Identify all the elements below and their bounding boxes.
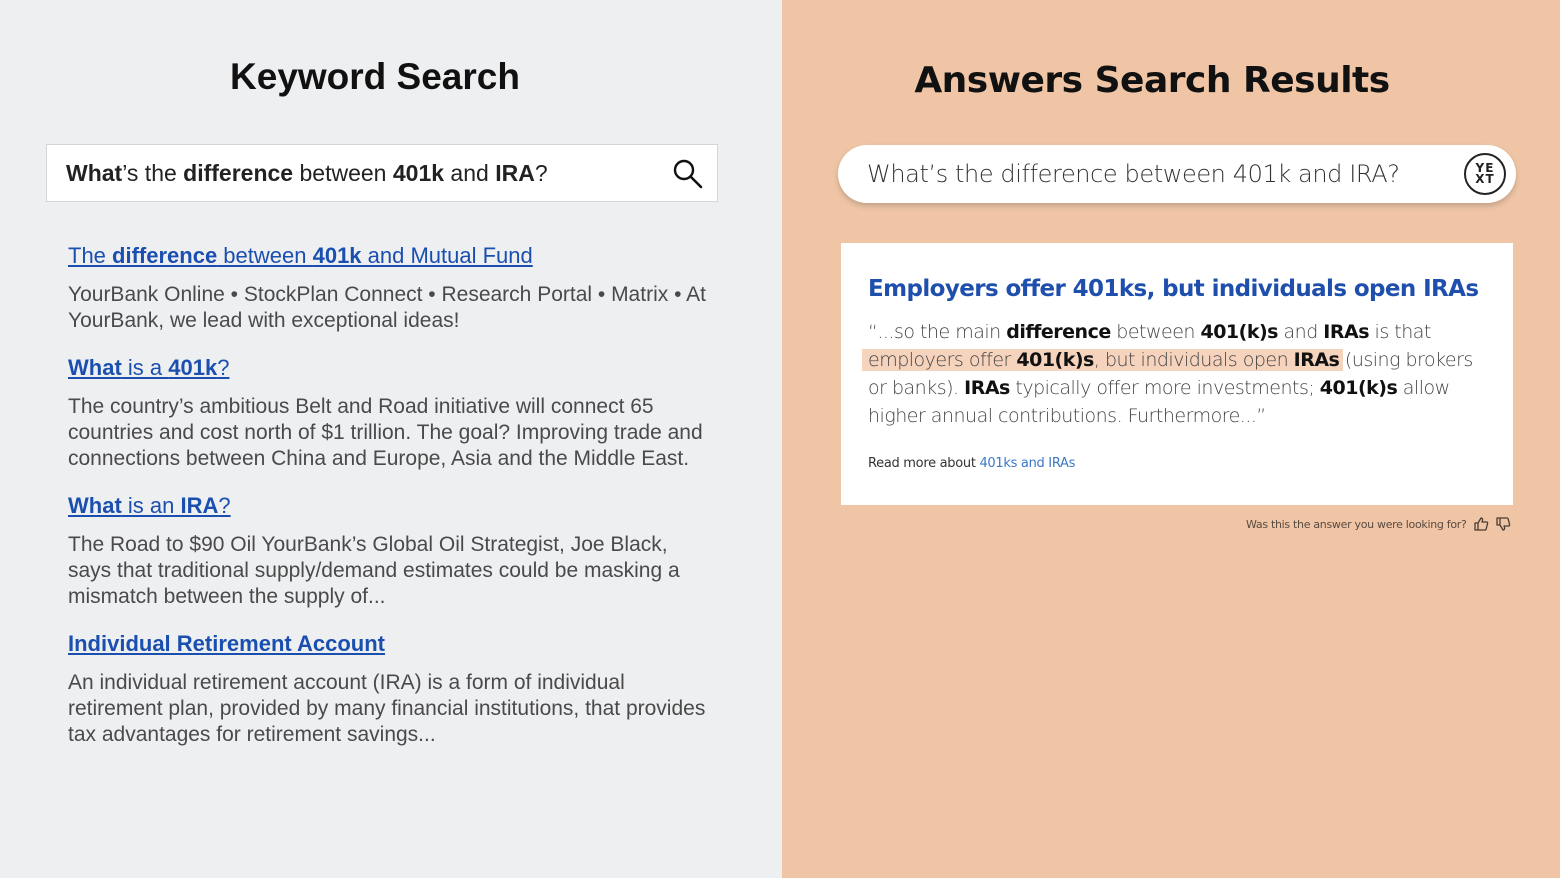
- result-description: YourBank Online • StockPlan Connect • Re…: [68, 283, 706, 332]
- result-link[interactable]: The difference between 401k and Mutual F…: [68, 242, 533, 270]
- feedback-prompt: Was this the answer you were looking for…: [1246, 517, 1467, 531]
- answer-highlight: employers offer 401(k)s, but individuals…: [868, 349, 1340, 371]
- result-link[interactable]: What is a 401k?: [68, 354, 229, 382]
- keyword-search-panel: Keyword Search What’s the difference bet…: [0, 0, 782, 878]
- answers-search-box[interactable]: What’s the difference between 401k and I…: [838, 145, 1516, 203]
- thumbs-up-icon[interactable]: [1473, 516, 1489, 532]
- answer-card: Employers offer 401ks, but individuals o…: [841, 243, 1513, 505]
- keyword-search-box[interactable]: What’s the difference between 401k and I…: [46, 144, 718, 202]
- result-description: The Road to $90 Oil YourBank’s Global Oi…: [68, 533, 680, 608]
- result-description: An individual retirement account (IRA) i…: [68, 671, 706, 746]
- answer-title: Employers offer 401ks, but individuals o…: [868, 276, 1479, 302]
- answer-feedback: Was this the answer you were looking for…: [1246, 516, 1511, 532]
- list-item: The difference between 401k and Mutual F…: [68, 242, 708, 334]
- answers-search-title: Answers Search Results: [914, 60, 1390, 101]
- answer-snippet: “...so the main difference between 401(k…: [868, 321, 1473, 427]
- list-item: What is an IRA? The Road to $90 Oil Your…: [68, 492, 708, 610]
- read-more-link[interactable]: 401ks and IRAs: [979, 456, 1075, 471]
- yext-logo-icon[interactable]: YE XT: [1464, 153, 1506, 195]
- list-item: What is a 401k? The country’s ambitious …: [68, 354, 708, 472]
- yext-logo-text: YE XT: [1475, 161, 1495, 186]
- search-icon[interactable]: [671, 157, 705, 191]
- keyword-search-query[interactable]: What’s the difference between 401k and I…: [66, 160, 548, 187]
- keyword-results-list: The difference between 401k and Mutual F…: [68, 242, 708, 768]
- list-item: Individual Retirement Account An individ…: [68, 630, 708, 748]
- keyword-search-title: Keyword Search: [230, 56, 520, 97]
- thumbs-down-icon[interactable]: [1495, 516, 1511, 532]
- read-more: Read more about 401ks and IRAs: [868, 456, 1076, 471]
- result-link[interactable]: What is an IRA?: [68, 492, 231, 520]
- answers-search-query[interactable]: What’s the difference between 401k and I…: [867, 160, 1400, 188]
- result-description: The country’s ambitious Belt and Road in…: [68, 395, 703, 470]
- result-link[interactable]: Individual Retirement Account: [68, 630, 385, 658]
